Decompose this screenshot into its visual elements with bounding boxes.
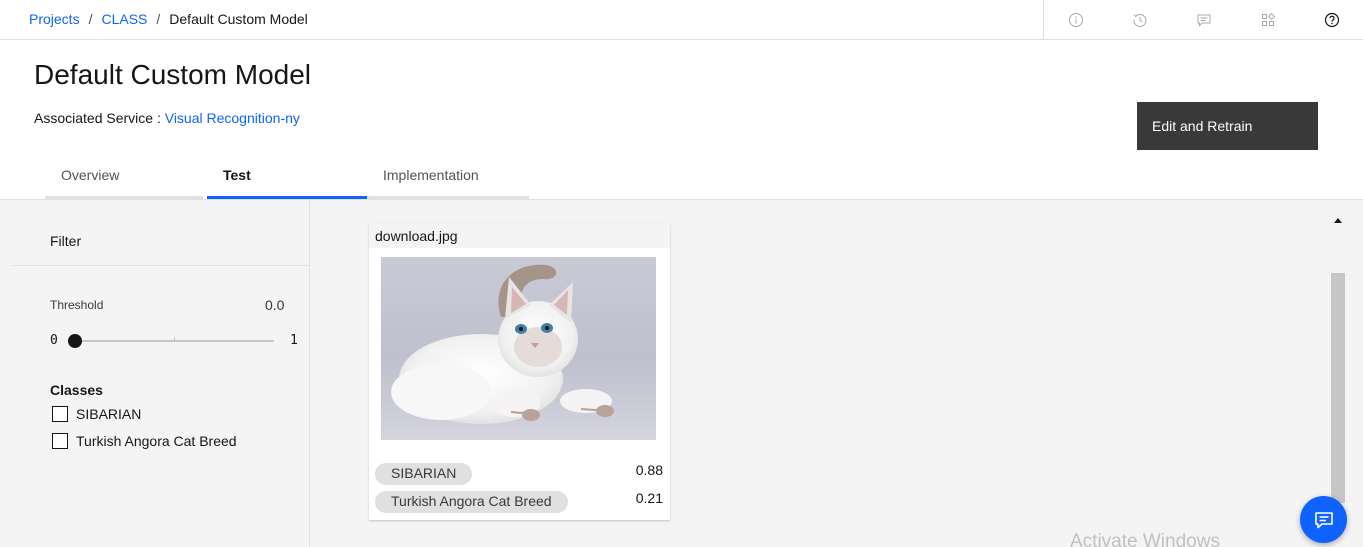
threshold-slider[interactable] <box>68 334 274 348</box>
threshold-label: Threshold <box>50 298 104 312</box>
class-filter-sibarian[interactable]: SIBARIAN <box>52 406 141 422</box>
result-image <box>381 257 656 440</box>
history-button[interactable] <box>1108 0 1172 39</box>
result-card[interactable]: download.jpg SIBARIAN 0.88 Turkish Angor… <box>369 224 670 520</box>
tab-overview[interactable]: Overview <box>45 161 203 199</box>
breadcrumb-separator: / <box>88 11 93 27</box>
result-filename: download.jpg <box>369 224 670 248</box>
threshold-value: 0.0 <box>265 297 285 313</box>
associated-service-link[interactable]: Visual Recognition-ny <box>165 110 300 126</box>
vertical-scrollbar[interactable] <box>1331 218 1345 503</box>
result-class-row: Turkish Angora Cat Breed 0.21 <box>375 490 665 513</box>
slider-tick <box>174 337 175 342</box>
apps-icon <box>1262 12 1276 26</box>
activate-windows-watermark: Activate Windows <box>1070 531 1220 547</box>
class-score: 0.21 <box>635 490 663 506</box>
filter-divider <box>13 265 309 266</box>
class-filter-label: Turkish Angora Cat Breed <box>76 433 237 449</box>
filter-title: Filter <box>50 233 82 249</box>
breadcrumb-separator: / <box>156 11 161 27</box>
filter-panel: Filter Threshold 0.0 0 1 Classes SIBARIA… <box>0 200 310 547</box>
associated-service: Associated Service : Visual Recognition-… <box>34 110 300 126</box>
page-title: Default Custom Model <box>34 59 312 90</box>
info-button[interactable] <box>1044 0 1108 39</box>
test-content-area: Filter Threshold 0.0 0 1 Classes SIBARIA… <box>0 199 1363 547</box>
slider-track <box>68 340 274 342</box>
apps-button[interactable] <box>1236 0 1300 39</box>
slider-max-label: 1 <box>290 333 298 348</box>
breadcrumb: Projects / CLASS / Default Custom Model <box>29 11 308 27</box>
class-tag: Turkish Angora Cat Breed <box>375 491 568 513</box>
class-filter-turkish-angora[interactable]: Turkish Angora Cat Breed <box>52 433 237 449</box>
help-button[interactable] <box>1300 0 1363 39</box>
scroll-thumb[interactable] <box>1331 273 1345 503</box>
breadcrumb-link-projects[interactable]: Projects <box>29 11 80 27</box>
checkbox[interactable] <box>52 433 68 449</box>
breadcrumb-current: Default Custom Model <box>169 11 308 27</box>
breadcrumb-link-class[interactable]: CLASS <box>101 11 147 27</box>
class-filter-label: SIBARIAN <box>76 406 142 422</box>
classes-title: Classes <box>50 382 103 398</box>
result-class-row: SIBARIAN 0.88 <box>375 462 665 485</box>
tab-list: Overview Test Implementation <box>45 161 529 199</box>
tab-implementation[interactable]: Implementation <box>367 161 529 199</box>
top-bar: Projects / CLASS / Default Custom Model <box>0 0 1363 40</box>
associated-service-label: Associated Service : <box>34 110 161 126</box>
comment-button[interactable] <box>1172 0 1236 39</box>
slider-thumb[interactable] <box>68 334 82 348</box>
header-actions <box>1043 0 1363 39</box>
chat-button[interactable] <box>1300 496 1347 543</box>
info-icon <box>1069 12 1083 27</box>
chat-icon <box>1314 511 1333 528</box>
comment-icon <box>1197 14 1211 27</box>
history-icon <box>1133 13 1147 27</box>
class-tag: SIBARIAN <box>375 463 473 485</box>
slider-min-label: 0 <box>50 333 58 348</box>
scroll-up-arrow-icon[interactable] <box>1334 218 1342 223</box>
class-score: 0.88 <box>635 462 663 478</box>
help-icon <box>1324 12 1340 27</box>
edit-and-retrain-button[interactable]: Edit and Retrain <box>1137 102 1318 150</box>
tab-test[interactable]: Test <box>207 161 367 199</box>
checkbox[interactable] <box>52 406 68 422</box>
